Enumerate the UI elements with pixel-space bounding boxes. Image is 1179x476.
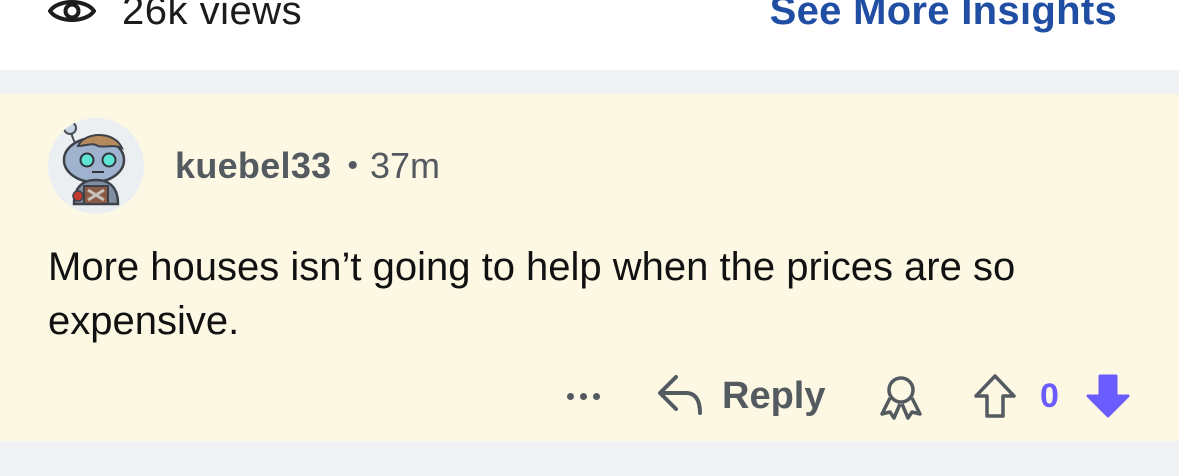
vote-score: 0 xyxy=(1040,377,1059,415)
reply-arrow-icon xyxy=(656,373,704,420)
award-icon xyxy=(876,376,926,424)
upvote-arrow-icon xyxy=(972,374,1018,424)
eye-icon xyxy=(47,0,97,27)
comment-card: kuebel33 • 37m More houses isn’t going t… xyxy=(0,94,1179,441)
comment-author[interactable]: kuebel33 xyxy=(175,145,332,187)
comment-actions: Reply 0 xyxy=(0,368,1179,424)
comment-timestamp: 37m xyxy=(370,145,441,186)
reply-button[interactable]: Reply xyxy=(656,370,825,422)
post-comment-view: 26k views See More Insights kuebel33 • 3… xyxy=(0,0,1179,476)
views-label: 26k views xyxy=(122,0,303,33)
comment-body: More houses isn’t going to help when the… xyxy=(48,245,1016,343)
meta-separator: • xyxy=(347,149,359,182)
more-options-button[interactable] xyxy=(560,376,606,416)
more-dots-icon xyxy=(566,392,574,400)
section-divider-bottom xyxy=(0,441,1179,476)
downvote-button[interactable] xyxy=(1084,372,1132,420)
upvote-button[interactable] xyxy=(972,372,1018,420)
post-stats-bar: 26k views See More Insights xyxy=(0,0,1179,70)
award-button[interactable] xyxy=(876,374,926,420)
section-divider xyxy=(0,70,1179,94)
comment-meta: kuebel33 • 37m xyxy=(175,145,441,187)
views-count: 26k views xyxy=(47,0,303,36)
downvote-arrow-icon xyxy=(1084,374,1132,424)
reply-label: Reply xyxy=(722,374,826,417)
avatar[interactable] xyxy=(48,118,144,214)
see-more-insights-link[interactable]: See More Insights xyxy=(770,0,1117,36)
